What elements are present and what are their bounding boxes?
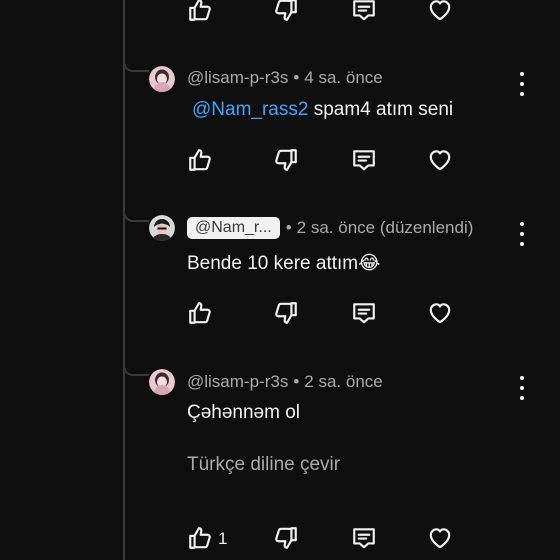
reply-thread-line <box>123 0 125 560</box>
reply-comment-icon[interactable] <box>350 146 378 174</box>
avatar[interactable] <box>149 369 175 395</box>
reply-comment-icon[interactable] <box>350 299 378 327</box>
reply-comment-icon[interactable] <box>350 0 378 24</box>
comment-meta: @lisam-p-r3s • 2 sa. önce <box>187 372 383 392</box>
like-count: 1 <box>218 529 228 548</box>
heart-icon[interactable] <box>426 524 454 552</box>
comment-time: 4 sa. önce <box>304 68 383 87</box>
thumbs-down-icon[interactable] <box>272 146 300 174</box>
meta-separator: • <box>285 218 292 237</box>
more-vertical-icon[interactable] <box>512 376 532 400</box>
heart-icon[interactable] <box>426 146 454 174</box>
translate-link[interactable]: Türkçe diline çevir <box>187 454 340 476</box>
reply-branch-line <box>123 62 149 72</box>
mention-link[interactable]: @Nam_rass2 <box>192 99 308 120</box>
thumbs-down-icon[interactable] <box>272 524 300 552</box>
comment-text: @Nam_rass2 spam4 atım seni <box>192 99 453 121</box>
avatar[interactable] <box>149 215 175 241</box>
thumbs-down-icon[interactable] <box>272 299 300 327</box>
meta-separator: • <box>293 372 300 391</box>
comment-time: 2 sa. önce <box>304 372 383 391</box>
avatar[interactable] <box>149 66 175 92</box>
heart-icon[interactable] <box>426 299 454 327</box>
reply-comment-icon[interactable] <box>350 524 378 552</box>
reply-branch-line <box>123 212 149 222</box>
comment-text: Çəhənnəm ol <box>187 402 301 423</box>
comment-author[interactable]: @lisam-p-r3s <box>187 372 288 392</box>
thumbs-up-icon[interactable] <box>186 299 214 327</box>
more-vertical-icon[interactable] <box>512 222 532 246</box>
thumbs-up-icon[interactable] <box>186 524 214 552</box>
meta-separator: • <box>293 68 300 87</box>
heart-icon[interactable] <box>426 0 454 24</box>
comment-author[interactable]: @lisam-p-r3s <box>187 68 288 88</box>
thumbs-up-icon[interactable] <box>186 146 214 174</box>
thumbs-up-icon[interactable] <box>186 0 214 24</box>
thumbs-down-icon[interactable] <box>272 0 300 24</box>
comment-text: Bende 10 kere attım😂 <box>187 253 381 274</box>
comment-meta: @lisam-p-r3s • 4 sa. önce <box>187 68 383 88</box>
author-chip[interactable]: @Nam_r... <box>187 217 280 239</box>
comment-text-body: spam4 atım seni <box>308 99 454 120</box>
reply-branch-line <box>123 366 149 376</box>
comment-meta: @Nam_r... • 2 sa. önce (düzenlendi) <box>187 217 473 239</box>
more-vertical-icon[interactable] <box>512 72 532 96</box>
comment-time: 2 sa. önce (düzenlendi) <box>296 218 474 237</box>
